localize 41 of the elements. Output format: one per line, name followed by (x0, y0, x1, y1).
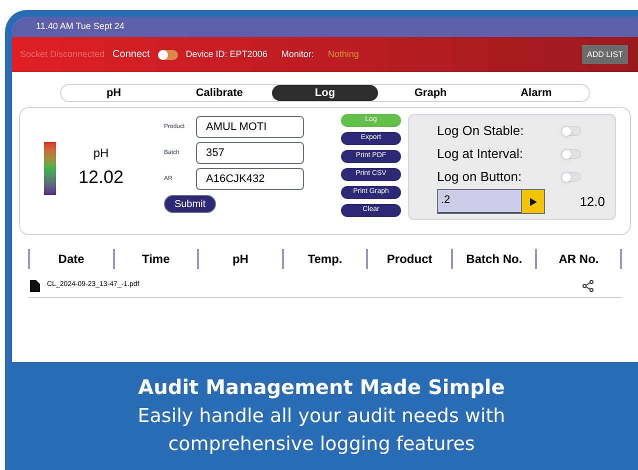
toggle-switch[interactable] (561, 172, 581, 182)
option-label: Log on Button: (437, 168, 522, 186)
tab[interactable]: pH (61, 85, 167, 101)
input-field[interactable]: 357 (196, 142, 304, 164)
input-field[interactable]: A16CJK432 (196, 168, 304, 190)
interval-field[interactable]: .2 (437, 189, 521, 214)
device-id: Device ID: EPT2006 (186, 48, 268, 61)
toggle-switch[interactable] (561, 126, 581, 136)
toggle-switch[interactable] (561, 149, 581, 159)
reading-label: pH (93, 145, 109, 162)
ph-colour-scale (44, 142, 56, 195)
connect-label: Connect (112, 48, 150, 62)
share-icon[interactable] (582, 280, 594, 292)
column-header: Product (386, 251, 432, 268)
monitor-label: Monitor: (281, 48, 314, 61)
caption-text: Easily handle all your audit needs with comprehensive logging features (136, 404, 506, 457)
tab[interactable]: Calibrate (166, 85, 272, 101)
submit-button[interactable]: Submit (164, 195, 216, 213)
monitor-value: Nothing (328, 48, 359, 61)
option-label: Log On Stable: (437, 122, 524, 140)
caption-title: Audit Management Made Simple (138, 374, 505, 401)
interval-reading: 12.0 (580, 192, 605, 211)
tab[interactable]: Alarm (483, 85, 589, 101)
connect-toggle[interactable] (158, 50, 178, 60)
play-icon (530, 198, 536, 206)
column-header: Time (142, 251, 170, 268)
option-label: Log at Interval: (437, 145, 523, 164)
input-field[interactable]: AMUL MOTI (196, 116, 304, 138)
column-header: pH (232, 251, 248, 268)
play-button[interactable] (521, 189, 545, 214)
column-header: AR No. (558, 251, 599, 268)
tab[interactable]: Graph (378, 85, 484, 101)
column-header: Temp. (308, 251, 342, 268)
file-icon (30, 280, 40, 292)
tab[interactable]: Log (272, 85, 378, 101)
reading-value: 12.02 (78, 166, 124, 189)
socket-status: Socket Disconnected (20, 48, 105, 61)
status-time: 11.40 AM Tue Sept 24 (36, 20, 124, 34)
column-header: Batch No. (466, 251, 522, 268)
add-list-button[interactable]: ADD LIST (582, 45, 628, 64)
column-header: Date (58, 251, 84, 268)
